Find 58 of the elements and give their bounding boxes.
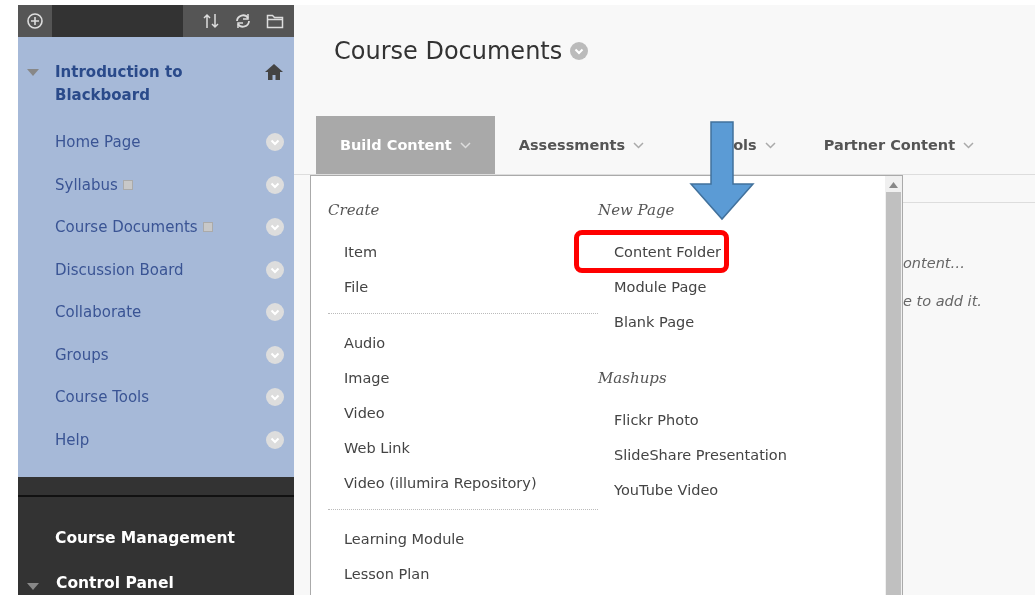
sort-icon[interactable] (202, 12, 220, 30)
home-icon[interactable] (264, 63, 284, 81)
nav-link[interactable]: Help (55, 430, 90, 449)
chevron-icon[interactable] (266, 133, 284, 152)
menu-tab[interactable]: Partner Content (799, 116, 999, 174)
chevron-icon[interactable] (266, 345, 284, 364)
folder-icon[interactable] (266, 12, 284, 30)
chevron-icon[interactable] (570, 41, 589, 60)
chevron-icon[interactable] (266, 175, 284, 194)
course-title[interactable]: Introduction to Blackboard (55, 61, 205, 107)
menu-item[interactable]: File (328, 269, 369, 304)
menu-item[interactable]: Flickr Photo (598, 402, 699, 437)
menu-item[interactable]: Lesson Plan (328, 556, 430, 591)
down-arrow-icon (689, 121, 755, 221)
page-title: Course Documents (334, 36, 563, 65)
collapse-icon[interactable] (26, 581, 40, 591)
chevron-icon[interactable] (266, 303, 284, 322)
menu-tab[interactable]: Assessments (494, 116, 669, 174)
menu-item[interactable]: Item (328, 234, 377, 269)
scrollbar[interactable] (885, 176, 902, 595)
chevron-icon[interactable] (266, 260, 284, 279)
nav-link[interactable]: Course Documents (55, 218, 198, 237)
hint-text: ontent… (903, 255, 967, 273)
caret-icon (963, 141, 975, 149)
menu-item[interactable]: Audio (328, 325, 386, 360)
menu-item[interactable]: YouTube Video (598, 472, 719, 507)
nav-link[interactable]: Syllabus (55, 175, 118, 194)
menu-item[interactable]: Web Link (328, 430, 410, 465)
refresh-icon[interactable] (234, 12, 252, 30)
nav-link[interactable]: Groups (55, 345, 109, 364)
menu-item[interactable]: Video (illumira Repository) (328, 465, 537, 500)
scroll-up-icon[interactable] (889, 182, 898, 188)
nav-link[interactable]: Discussion Board (55, 260, 184, 279)
menu-item[interactable]: Module Page (598, 269, 707, 304)
chevron-icon[interactable] (266, 218, 284, 237)
collapse-icon[interactable] (26, 67, 40, 77)
chevron-icon[interactable] (266, 388, 284, 407)
menu-item[interactable]: Image (328, 360, 390, 395)
menu-item[interactable]: Content Folder (598, 234, 722, 269)
menu-tab[interactable]: ols (668, 116, 800, 174)
caret-icon (459, 141, 471, 149)
chevron-icon[interactable] (266, 430, 284, 449)
menu-item[interactable]: Video (328, 395, 385, 430)
panel-title[interactable]: Control Panel (56, 574, 174, 592)
menu-item[interactable]: SlideShare Presentation (598, 437, 787, 472)
menu-heading: New Page (598, 201, 675, 221)
nav-link[interactable]: Course Tools (55, 388, 150, 407)
caret-icon (633, 141, 645, 149)
menu-item[interactable]: Blank Page (598, 304, 695, 339)
menu-item[interactable]: Learning Module (328, 521, 465, 556)
menu-heading: Mashups (598, 369, 667, 389)
menu-heading: Create (328, 201, 380, 221)
caret-icon (764, 141, 776, 149)
nav-link[interactable]: Home Page (55, 133, 141, 152)
nav-link[interactable]: Collaborate (55, 303, 142, 322)
hint-text: e to add it. (903, 293, 983, 311)
add-icon[interactable] (26, 12, 44, 30)
section-title: Course Management (55, 529, 236, 547)
